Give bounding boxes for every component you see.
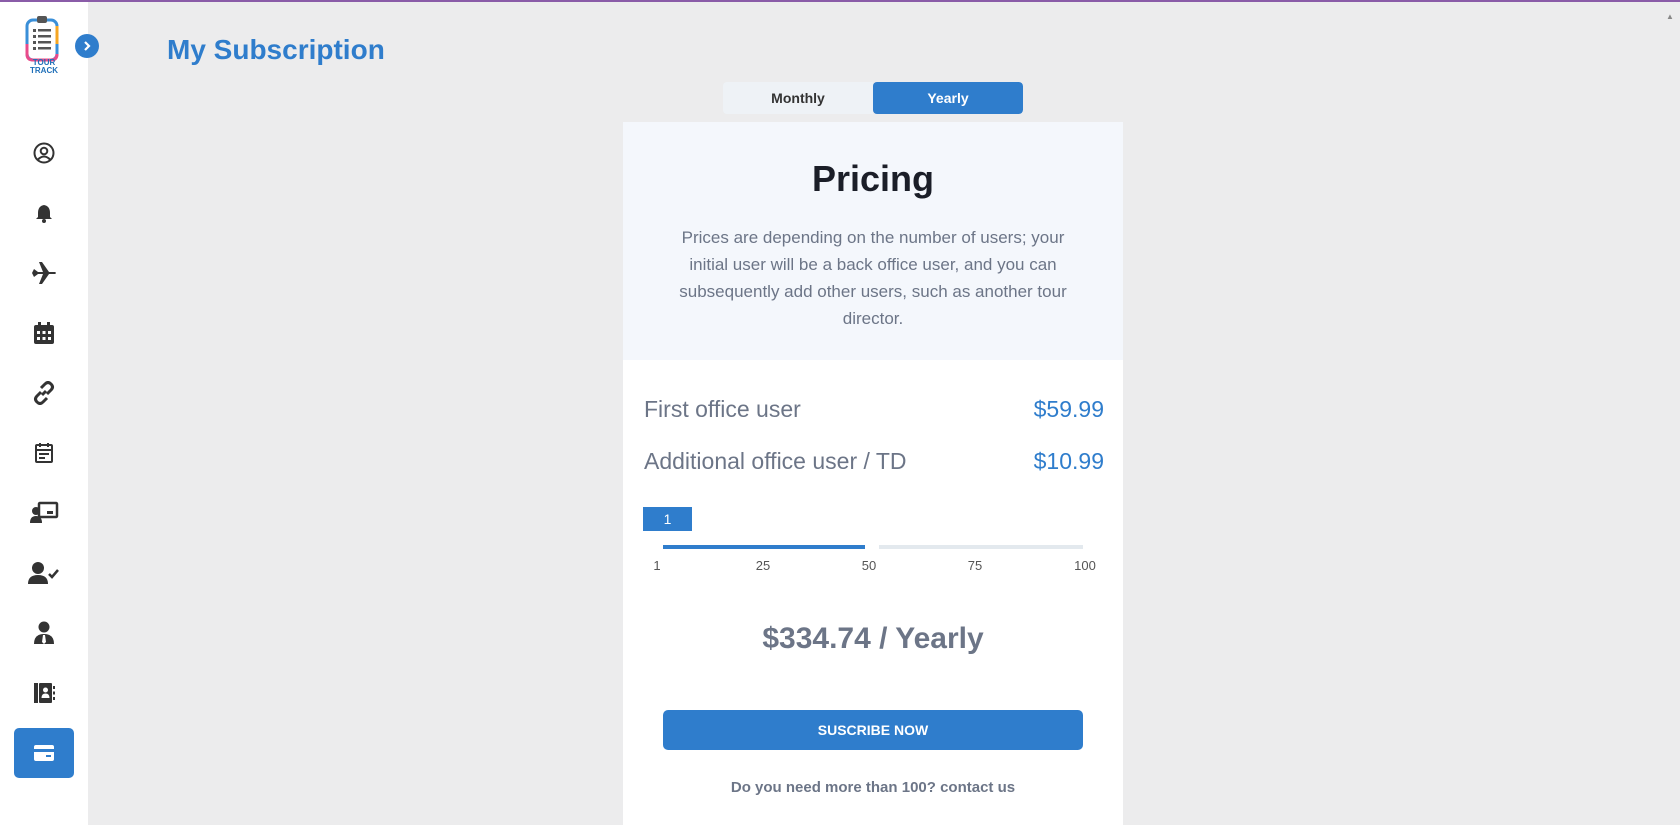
presentation-icon [30,501,59,523]
pricing-header: Pricing Prices are depending on the numb… [623,122,1123,360]
price-label: Additional office user / TD [644,448,907,474]
sidebar-item-schedule[interactable] [14,428,74,478]
window-top-border [0,0,1680,2]
sidebar: TOUR TRACK [0,2,88,825]
slider-value-badge: 1 [643,507,692,531]
sidebar-item-staff[interactable] [14,608,74,658]
price-row-additional-user: Additional office user / TD $10.99 [644,448,1104,475]
slider-track-filled[interactable] [663,545,865,549]
user-tie-icon [34,621,54,644]
sidebar-item-presentations[interactable] [14,488,74,538]
sidebar-item-links[interactable] [14,368,74,418]
airplane-icon [32,262,56,284]
calendar-note-icon [35,443,53,463]
credit-card-icon [34,745,54,761]
bell-icon [36,205,52,223]
billing-period-toggle: Monthly Yearly [723,82,1023,114]
slider-tick: 25 [755,558,771,573]
sidebar-item-subscription[interactable] [14,728,74,778]
price-label: First office user [644,396,801,422]
price-amount: $10.99 [1033,448,1104,474]
chevron-right-icon [84,41,91,51]
sidebar-item-profile[interactable] [14,128,74,178]
price-row-first-user: First office user $59.99 [644,396,1104,423]
sidebar-expand-button[interactable] [75,34,99,58]
pricing-description: Prices are depending on the number of us… [679,228,1067,328]
sidebar-item-user-approvals[interactable] [14,548,74,598]
sidebar-item-contacts[interactable] [14,668,74,718]
sidebar-item-calendar[interactable] [14,308,74,358]
sidebar-item-flights[interactable] [14,248,74,298]
link-icon [34,381,54,405]
address-book-icon [34,683,55,703]
price-amount: $59.99 [1033,396,1104,422]
slider-tick: 100 [1074,558,1096,573]
subscribe-now-button[interactable]: SUSCRIBE NOW [663,710,1083,750]
slider-track[interactable] [879,545,1083,549]
calendar-icon [34,322,54,344]
total-price: $334.74 / Yearly [762,622,984,655]
logo-text-line2: TRACK [30,66,58,75]
toggle-monthly[interactable]: Monthly [723,82,873,114]
slider-tick: 75 [967,558,983,573]
logo-text: TOUR TRACK [22,59,66,75]
contact-us-link[interactable]: Do you need more than 100? contact us [623,779,1123,796]
pricing-card: Pricing Prices are depending on the numb… [623,122,1123,825]
toggle-yearly[interactable]: Yearly [873,82,1023,114]
user-circle-icon [33,142,55,164]
scroll-up-arrow-icon[interactable]: ▲ [1666,12,1674,21]
slider-tick: 1 [653,558,661,573]
slider-tick: 50 [861,558,877,573]
page-title: My Subscription [167,34,385,65]
user-check-icon [28,562,59,584]
pricing-title: Pricing [811,158,935,199]
sidebar-item-notifications[interactable] [14,188,74,238]
